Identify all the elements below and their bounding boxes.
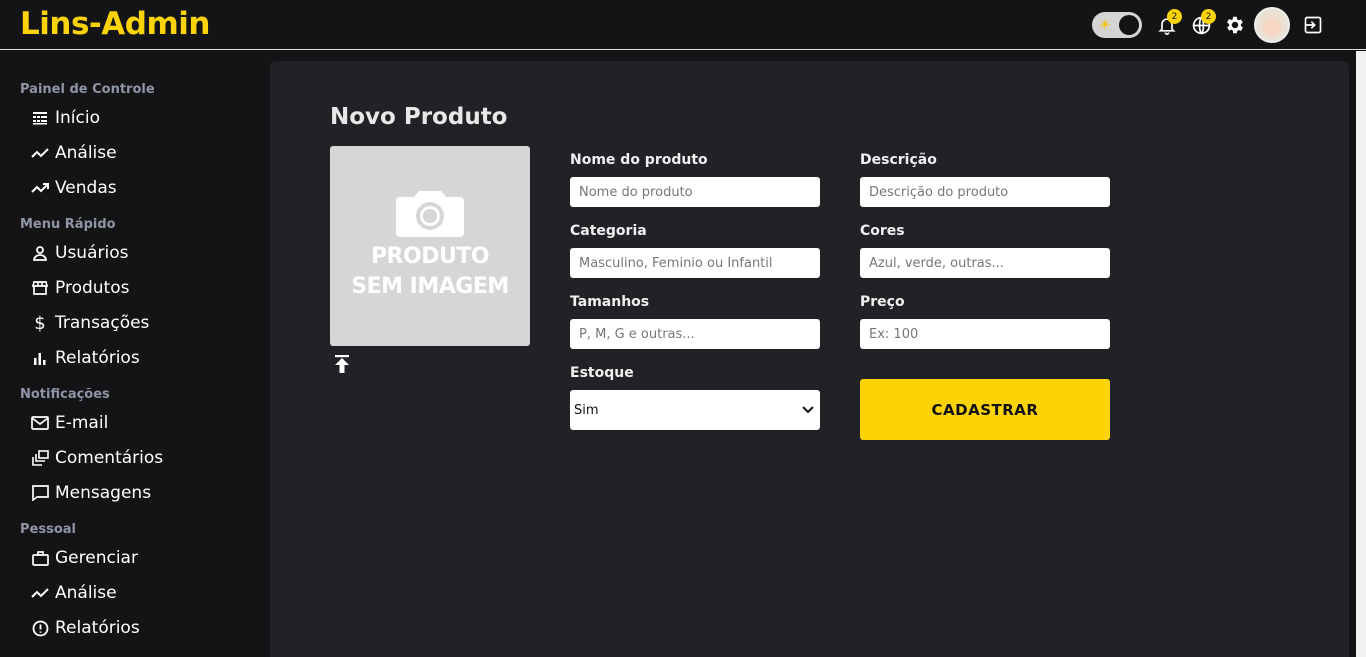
user-icon xyxy=(30,243,50,263)
top-bar: Lins-Admin ☀ 2 2 xyxy=(0,0,1366,50)
logout-icon xyxy=(1304,16,1322,34)
chevron-down-icon xyxy=(802,406,814,414)
sidebar-item-analise-pessoal[interactable]: Análise xyxy=(30,580,117,606)
sidebar-item-label: Relatórios xyxy=(55,348,140,368)
notifications-button[interactable]: 2 xyxy=(1150,7,1184,43)
report-icon xyxy=(30,618,50,638)
sidebar-item-usuarios[interactable]: Usuários xyxy=(30,240,128,266)
sidebar-item-vendas[interactable]: Vendas xyxy=(30,175,117,201)
upload-button[interactable] xyxy=(333,355,351,375)
colors-label: Cores xyxy=(860,223,905,239)
sidebar-item-label: E-mail xyxy=(55,413,109,433)
theme-toggle[interactable]: ☀ xyxy=(1092,12,1142,38)
avatar[interactable] xyxy=(1254,7,1290,43)
trending-line-icon xyxy=(30,143,50,163)
mail-icon xyxy=(30,413,50,433)
trending-up-icon xyxy=(30,178,50,198)
sidebar-item-relatorios-pessoal[interactable]: Relatórios xyxy=(30,615,140,641)
submit-button[interactable]: CADASTRAR xyxy=(860,379,1110,440)
bar-chart-icon xyxy=(30,348,50,368)
stock-label: Estoque xyxy=(570,365,634,381)
sidebar-item-inicio[interactable]: Início xyxy=(30,105,100,131)
sidebar-item-label: Transações xyxy=(55,313,150,333)
stock-selected-value: Sim xyxy=(574,402,599,418)
sidebar-item-label: Análise xyxy=(55,143,117,163)
notifications-badge: 2 xyxy=(1167,9,1182,24)
scrollbar[interactable] xyxy=(1356,51,1366,657)
category-label: Categoria xyxy=(570,223,647,239)
category-input[interactable] xyxy=(570,248,820,278)
toggle-knob xyxy=(1119,15,1139,35)
language-button[interactable]: 2 xyxy=(1184,7,1218,43)
sidebar-item-analise[interactable]: Análise xyxy=(30,140,117,166)
no-image-line1: PRODUTO xyxy=(370,244,490,269)
sidebar-section-title: Notificações xyxy=(20,387,110,402)
briefcase-icon xyxy=(30,548,50,568)
sidebar-item-label: Gerenciar xyxy=(55,548,138,568)
product-image-placeholder: PRODUTO SEM IMAGEM xyxy=(330,146,530,346)
colors-input[interactable] xyxy=(860,248,1110,278)
sidebar-item-label: Produtos xyxy=(55,278,130,298)
upload-icon xyxy=(335,355,349,373)
top-actions: ☀ 2 2 xyxy=(1092,7,1330,43)
sidebar: Painel de Controle Início Análise Vendas… xyxy=(0,51,270,657)
sidebar-item-email[interactable]: E-mail xyxy=(30,410,108,436)
sidebar-item-produtos[interactable]: Produtos xyxy=(30,275,129,301)
sidebar-section-title: Pessoal xyxy=(20,522,76,537)
sidebar-section-title: Menu Rápido xyxy=(20,217,116,232)
main-panel: Novo Produto PRODUTO SEM IMAGEM Nome do … xyxy=(270,61,1349,657)
product-name-input[interactable] xyxy=(570,177,820,207)
name-label: Nome do produto xyxy=(570,152,708,168)
sidebar-item-transacoes[interactable]: $ Transações xyxy=(30,310,149,336)
dynamic-feed-icon xyxy=(30,448,50,468)
sidebar-item-mensagens[interactable]: Mensagens xyxy=(30,480,151,506)
price-input[interactable] xyxy=(860,319,1110,349)
sidebar-item-label: Vendas xyxy=(55,178,117,198)
sun-icon: ☀ xyxy=(1098,16,1112,34)
app-logo[interactable]: Lins-Admin xyxy=(20,6,210,42)
stock-select[interactable]: Sim xyxy=(570,390,820,430)
settings-button[interactable] xyxy=(1218,7,1252,43)
sidebar-item-comentarios[interactable]: Comentários xyxy=(30,445,163,471)
page-title: Novo Produto xyxy=(330,104,508,130)
sidebar-item-label: Análise xyxy=(55,583,117,603)
sidebar-section-title: Painel de Controle xyxy=(20,82,155,97)
dollar-icon: $ xyxy=(34,312,46,334)
sidebar-item-label: Relatórios xyxy=(55,618,140,638)
storefront-icon xyxy=(30,278,50,298)
sidebar-item-label: Mensagens xyxy=(55,483,152,503)
sidebar-item-label: Início xyxy=(55,108,100,128)
sidebar-item-label: Comentários xyxy=(55,448,164,468)
logout-button[interactable] xyxy=(1296,7,1330,43)
chat-bubble-icon xyxy=(30,483,50,503)
description-label: Descrição xyxy=(860,152,937,168)
trending-line-icon xyxy=(30,583,50,603)
sizes-label: Tamanhos xyxy=(570,294,650,310)
description-input[interactable] xyxy=(860,177,1110,207)
language-badge: 2 xyxy=(1201,9,1216,24)
sizes-input[interactable] xyxy=(570,319,820,349)
sidebar-item-label: Usuários xyxy=(55,243,129,263)
sidebar-item-gerenciar[interactable]: Gerenciar xyxy=(30,545,138,571)
gear-icon xyxy=(1227,16,1243,34)
dashboard-icon xyxy=(30,108,50,128)
no-image-line2: SEM IMAGEM xyxy=(351,274,509,299)
price-label: Preço xyxy=(860,294,905,310)
no-image-text: PRODUTO SEM IMAGEM xyxy=(330,242,530,302)
sidebar-item-relatorios[interactable]: Relatórios xyxy=(30,345,140,371)
camera-icon xyxy=(396,191,464,237)
